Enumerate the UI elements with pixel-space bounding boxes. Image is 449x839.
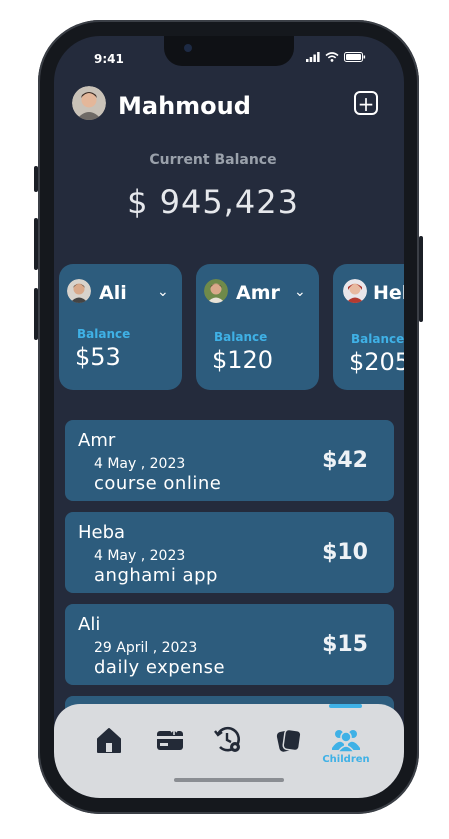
status-time: 9:41	[94, 52, 124, 66]
tab-home[interactable]	[93, 724, 125, 756]
child-balance-label: Balance	[214, 330, 268, 344]
history-settings-icon	[214, 726, 240, 752]
battery-icon	[344, 52, 366, 62]
transaction-date: 29 April , 2023	[94, 640, 198, 656]
tab-cards[interactable]	[273, 724, 305, 756]
notch	[164, 36, 294, 66]
tab-children[interactable]	[330, 724, 362, 756]
tab-history[interactable]	[212, 724, 244, 756]
camera	[184, 44, 192, 52]
active-tab-indicator	[329, 704, 362, 708]
tab-children-label: Children	[322, 754, 370, 765]
wallet-card-icon	[157, 727, 183, 750]
child-card-amr[interactable]: Amr ⌄ Balance $120	[196, 264, 319, 390]
child-balance-label: Balance	[77, 327, 131, 341]
status-icons	[306, 52, 366, 62]
chevron-down-icon[interactable]: ⌄	[157, 284, 169, 300]
transaction-name: Heba	[78, 522, 126, 543]
wifi-icon	[325, 52, 339, 62]
child-balance: $205	[349, 348, 404, 376]
current-balance-value: $ 945,423	[127, 183, 299, 221]
child-avatar-icon	[67, 279, 91, 303]
child-name: Amr	[236, 282, 280, 304]
home-icon	[97, 728, 121, 753]
child-card-ali[interactable]: Ali ⌄ Balance $53	[59, 264, 182, 390]
transaction-name: Ali	[78, 614, 101, 635]
plus-icon: +	[357, 92, 375, 116]
profile-avatar[interactable]	[72, 86, 106, 120]
child-card-heba[interactable]: Heba Balance $205	[333, 264, 404, 390]
signal-icon	[306, 52, 320, 62]
child-name: Heba	[373, 282, 404, 304]
chevron-down-icon[interactable]: ⌄	[294, 284, 306, 300]
child-name: Ali	[99, 282, 127, 304]
child-balance-label: Balance	[351, 332, 404, 346]
transaction-description: daily expense	[94, 657, 226, 678]
transaction-date: 4 May , 2023	[94, 548, 186, 564]
children-icon	[332, 730, 360, 753]
transaction-amount: $10	[322, 540, 368, 565]
transaction-amount: $15	[322, 632, 368, 657]
transaction-item[interactable]: Amr 4 May , 2023 course online $42	[65, 420, 394, 501]
cards-icon	[276, 728, 302, 752]
current-balance-label: Current Balance	[149, 152, 277, 168]
child-balance: $53	[75, 343, 121, 371]
transaction-amount: $42	[322, 448, 368, 473]
transaction-name: Amr	[78, 430, 116, 451]
user-avatar-icon	[72, 86, 106, 120]
transaction-description: anghami app	[94, 565, 218, 586]
tab-bar: Children	[54, 704, 404, 798]
add-button[interactable]: +	[354, 91, 378, 115]
app-screen: 9:41 Mahmoud + Current Balance $ 945,423	[54, 36, 404, 798]
tab-wallet[interactable]	[154, 724, 186, 756]
transaction-item[interactable]: Ali 29 April , 2023 daily expense $15	[65, 604, 394, 685]
child-avatar-icon	[204, 279, 228, 303]
username: Mahmoud	[118, 92, 251, 120]
transaction-date: 4 May , 2023	[94, 456, 186, 472]
transaction-description: course online	[94, 473, 222, 494]
power-button	[419, 236, 423, 322]
home-indicator	[174, 778, 284, 782]
child-balance: $120	[212, 346, 274, 374]
child-avatar-icon	[343, 279, 367, 303]
transaction-item[interactable]: Heba 4 May , 2023 anghami app $10	[65, 512, 394, 593]
